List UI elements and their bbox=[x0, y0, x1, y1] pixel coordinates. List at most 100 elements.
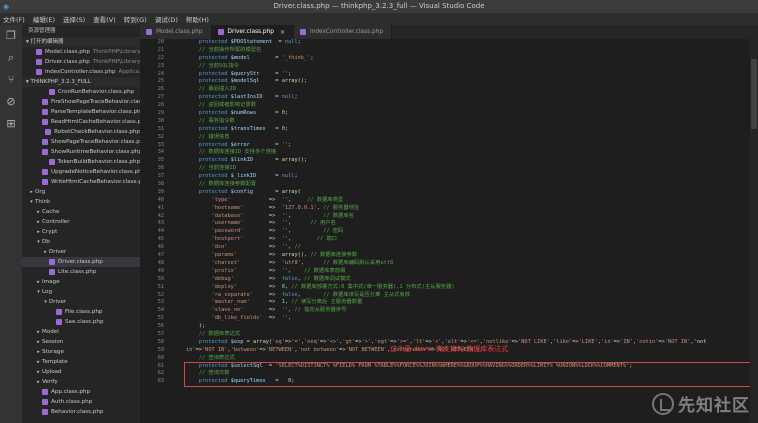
editor-tab[interactable]: IndexController.class.php bbox=[293, 25, 393, 39]
menu-item[interactable]: 帮助(H) bbox=[186, 14, 209, 24]
code-editor[interactable]: 20 21 22 23 24 25 26 27 28 29 30 31 32 33 34 35 36 37 38 39… bbox=[140, 39, 758, 423]
code-line[interactable]: // 当前SQL指令 bbox=[186, 63, 746, 71]
menu-item[interactable]: 调试(D) bbox=[155, 14, 178, 24]
tree-file[interactable]: RobotCheckBehavior.class.php bbox=[22, 127, 140, 137]
tree-folder[interactable]: ▾ Db bbox=[22, 237, 140, 247]
tree-folder[interactable]: ▸ Controller bbox=[22, 217, 140, 227]
code-line[interactable]: // 当前连接ID bbox=[186, 165, 746, 173]
files-icon[interactable]: ❐ bbox=[4, 29, 18, 43]
code-line[interactable]: // 错误信息 bbox=[186, 134, 746, 142]
source-control-icon[interactable]: ⑂ bbox=[4, 73, 18, 87]
code-line[interactable]: 'prefix' => '', // 数据库表前缀 bbox=[186, 268, 746, 276]
code-line[interactable]: // 数据库连接参数配置 bbox=[186, 181, 746, 189]
code-lines[interactable]: protected $PDOStatement = null; // 当前操作所… bbox=[186, 39, 746, 386]
code-line[interactable]: 'slave_no' => '', // 指定从服务器序号 bbox=[186, 307, 746, 315]
tree-file[interactable]: Driver.class.php bbox=[22, 257, 140, 267]
code-line[interactable]: protected $config = array( bbox=[186, 189, 746, 197]
code-line[interactable]: protected $queryStr = ''; bbox=[186, 71, 746, 79]
debug-icon[interactable]: ⊘ bbox=[4, 95, 18, 109]
tree-file[interactable]: TokenBuildBehavior.class.php bbox=[22, 157, 140, 167]
tree-file[interactable]: App.class.php bbox=[22, 387, 140, 397]
code-line[interactable]: 'type' => '', // 数据库类型 bbox=[186, 197, 746, 205]
tree-folder[interactable]: ▾ Driver bbox=[22, 297, 140, 307]
tree-folder[interactable]: ▾ Log bbox=[22, 287, 140, 297]
menu-item[interactable]: 文件(F) bbox=[3, 14, 25, 24]
tree-folder[interactable]: ▸ Session bbox=[22, 337, 140, 347]
code-line[interactable]: 'deploy' => 0, // 数据库部署方式:0 集中式(单一服务器),1… bbox=[186, 284, 746, 292]
scrollbar-thumb[interactable] bbox=[751, 59, 757, 129]
tree-file[interactable]: ShowRuntimeBehavior.class.php bbox=[22, 147, 140, 157]
open-editor-item[interactable]: Model.class.php ThinkPHP\Library... bbox=[22, 47, 140, 57]
code-token: array bbox=[281, 78, 298, 85]
code-line[interactable]: protected $modelSql = array(); bbox=[186, 78, 746, 86]
code-token: = bbox=[265, 125, 282, 132]
tree-folder[interactable]: ▸ Org bbox=[22, 187, 140, 197]
tree-folder[interactable]: ▸ Crypt bbox=[22, 227, 140, 237]
php-file-icon bbox=[42, 389, 48, 395]
editor-tab[interactable]: Driver.class.php × bbox=[211, 25, 294, 39]
code-line[interactable]: protected $model = '_think_'; bbox=[186, 55, 746, 63]
code-line[interactable]: protected $_linkID = null; bbox=[186, 173, 746, 181]
menu-item[interactable]: 选择(S) bbox=[63, 14, 85, 24]
code-line[interactable]: 'hostname' => '127.0.0.1', // 服务器地址 bbox=[186, 205, 746, 213]
tree-file[interactable]: Behavior.class.php bbox=[22, 407, 140, 417]
tree-folder[interactable]: ▸ Template bbox=[22, 357, 140, 367]
tree-file[interactable]: Sae.class.php bbox=[22, 317, 140, 327]
code-line[interactable]: // 数据库表达式 bbox=[186, 331, 746, 339]
code-line[interactable]: // 返回或者影响记录数 bbox=[186, 102, 746, 110]
search-icon[interactable]: ⌕ bbox=[4, 51, 18, 65]
menu-item[interactable]: 转到(G) bbox=[124, 14, 147, 24]
tree-folder[interactable]: ▸ Verify bbox=[22, 377, 140, 387]
project-section[interactable]: ▾ THINKPHP_3.2.3_FULL bbox=[22, 77, 140, 87]
open-editor-item[interactable]: Driver.class.php ThinkPHP\Library... bbox=[22, 57, 140, 67]
menu-item[interactable]: 编辑(E) bbox=[33, 14, 55, 24]
line-number: 33 bbox=[157, 141, 164, 148]
code-token: => bbox=[243, 236, 282, 243]
code-token: , bbox=[288, 315, 292, 322]
tree-folder[interactable]: ▸ Storage bbox=[22, 347, 140, 357]
code-line[interactable]: protected $numRows = 0; bbox=[186, 110, 746, 118]
code-token: = bbox=[249, 54, 282, 61]
tree-file[interactable]: ShowPageTraceBehavior.class.php bbox=[22, 137, 140, 147]
menu-bar: 文件(F) 编辑(E) 选择(S) 查看(V) 转到(G) 调试(D) 帮助(H) bbox=[0, 13, 758, 25]
tree-file[interactable]: File.class.php bbox=[22, 307, 140, 317]
code-line[interactable]: 'hostport' => '', // 端口 bbox=[186, 236, 746, 244]
tree-folder[interactable]: ▾ Think bbox=[22, 197, 140, 207]
code-line[interactable]: // 当前操作所属的模型名 bbox=[186, 47, 746, 55]
open-editor-item[interactable]: IndexController.class.phpApplica... bbox=[22, 67, 140, 77]
code-line[interactable]: // 数据库连接ID 支持多个连接 bbox=[186, 149, 746, 157]
scrollbar[interactable] bbox=[750, 39, 758, 423]
code-line[interactable]: protected $transTimes = 0; bbox=[186, 126, 746, 134]
code-line[interactable]: 'params' => array(), // 数据库连接参数 bbox=[186, 252, 746, 260]
code-line[interactable]: protected $PDOStatement = null; bbox=[186, 39, 746, 47]
tree-file[interactable]: ReadHtmlCacheBehavior.class.php bbox=[22, 117, 140, 127]
code-line[interactable]: 'dsn' => '', // bbox=[186, 244, 746, 252]
tree-file[interactable]: CronRunBehavior.class.php bbox=[22, 87, 140, 97]
code-line[interactable]: protected $linkID = array(); bbox=[186, 157, 746, 165]
tree-folder[interactable]: ▸ Driver bbox=[22, 247, 140, 257]
tree-folder[interactable]: ▸ Cache bbox=[22, 207, 140, 217]
tree-file[interactable]: Lite.class.php bbox=[22, 267, 140, 277]
line-number: 39 bbox=[157, 188, 164, 195]
editor-tab[interactable]: Model.class.php bbox=[140, 25, 212, 39]
code-line[interactable]: // 最后插入ID bbox=[186, 86, 746, 94]
extensions-icon[interactable]: ⊞ bbox=[4, 117, 18, 131]
tree-file[interactable]: ParseTemplateBehavior.class.php bbox=[22, 107, 140, 117]
code-line[interactable]: protected $lastInsID = null; bbox=[186, 94, 746, 102]
tree-file[interactable]: UpgradeNoticeBehavior.class.php bbox=[22, 167, 140, 177]
code-line[interactable]: // 事务指令数 bbox=[186, 118, 746, 126]
tree-file[interactable]: Auth.class.php bbox=[22, 397, 140, 407]
close-icon[interactable]: × bbox=[280, 29, 285, 36]
code-line[interactable]: 'db_like_fields' => '', bbox=[186, 315, 746, 323]
tree-file[interactable]: FireShowPageTraceBehavior.class.php bbox=[22, 97, 140, 107]
code-line[interactable]: 'charset' => 'utf8', // 数据库编码默认采用utf8 bbox=[186, 260, 746, 268]
tree-folder[interactable]: ▸ Image bbox=[22, 277, 140, 287]
open-editors-section[interactable]: ▾ 打开的编辑器 bbox=[22, 37, 140, 47]
tree-folder[interactable]: ▸ Model bbox=[22, 327, 140, 337]
tree-file[interactable]: WriteHtmlCacheBehavior.class.php bbox=[22, 177, 140, 187]
code-line[interactable]: 'debug' => false, // 数据库调试模式 bbox=[186, 276, 746, 284]
code-line[interactable]: ); bbox=[186, 323, 746, 331]
code-token: => bbox=[227, 244, 282, 251]
tree-folder[interactable]: ▸ Upload bbox=[22, 367, 140, 377]
menu-item[interactable]: 查看(V) bbox=[93, 14, 116, 24]
